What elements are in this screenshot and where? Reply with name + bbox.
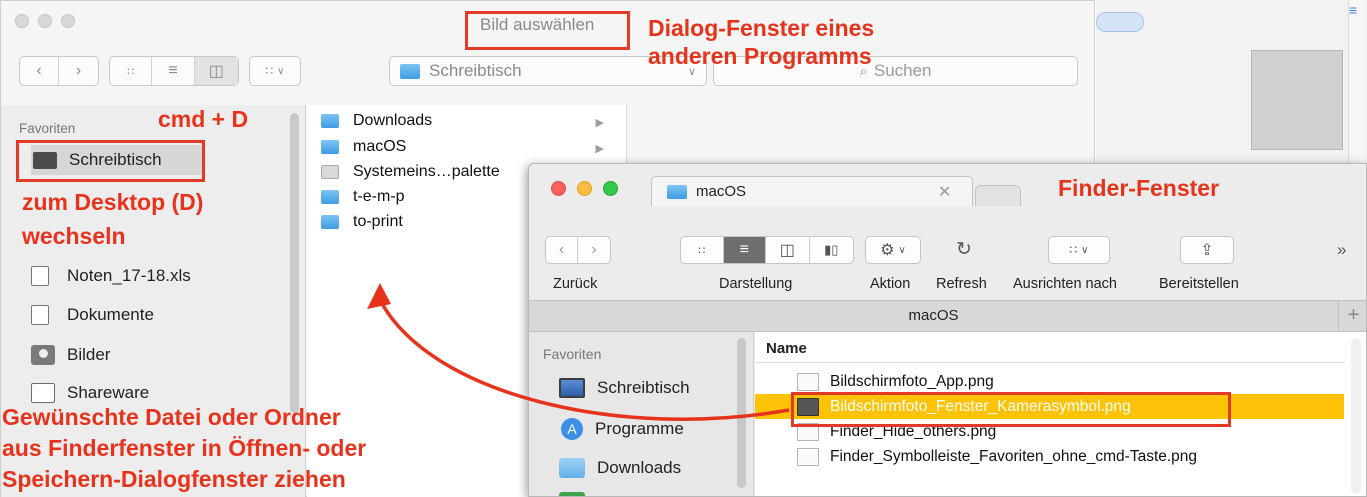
arrow-head-icon (367, 283, 391, 309)
drag-arrow-path (378, 299, 790, 421)
drag-arrow-overlay (367, 283, 790, 421)
